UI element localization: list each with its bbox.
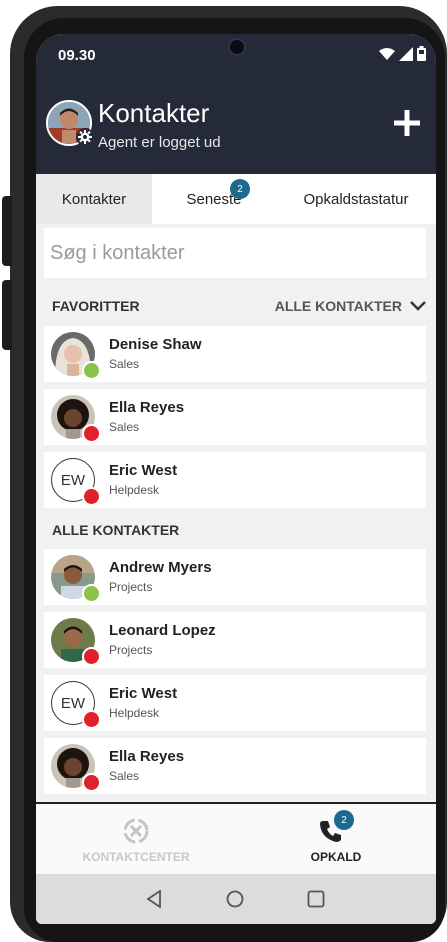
list-item[interactable]: EW Eric West Helpdesk: [44, 452, 426, 508]
list-item[interactable]: Ella Reyes Sales: [44, 738, 426, 794]
contact-name: Denise Shaw: [109, 336, 202, 353]
tab-label: Kontakter: [61, 190, 127, 208]
tab-opkaldstastatur[interactable]: Opkaldstastatur: [276, 174, 436, 224]
status-busy-indicator: [82, 424, 101, 443]
section-title: ALLE KONTAKTER: [52, 522, 180, 538]
status-busy-indicator: [82, 710, 101, 729]
contact-department: Sales: [109, 769, 140, 783]
contact-department: Helpdesk: [109, 483, 160, 497]
filter-dropdown[interactable]: ALLE KONTAKTER: [275, 298, 426, 314]
list-item[interactable]: Andrew Myers Projects: [44, 549, 426, 605]
contact-name: Ella Reyes: [109, 748, 185, 765]
filter-label: ALLE KONTAKTER: [274, 298, 402, 314]
agent-status-text: Agent er logget ud: [98, 134, 221, 151]
add-icon: [394, 110, 420, 136]
status-bar: 09.30: [36, 34, 436, 74]
contact-name: Eric West: [109, 462, 178, 479]
nav-contact-center[interactable]: KONTAKTCENTER: [36, 804, 236, 876]
status-busy-indicator: [82, 647, 101, 666]
front-camera: [228, 38, 246, 56]
system-navigation-bar: [36, 874, 436, 924]
contact-name: Eric West: [109, 685, 178, 702]
signal-icon: [399, 46, 413, 61]
calls-badge: 2: [334, 810, 354, 830]
screen: 09.30 Kontakter Agent er logget ud Konta…: [36, 34, 436, 924]
volume-down-key: [2, 280, 12, 350]
contact-department: Sales: [109, 420, 140, 434]
app-header: Kontakter Agent er logget ud: [36, 74, 436, 174]
settings-gear-icon[interactable]: [76, 128, 94, 146]
nav-label: KONTAKTCENTER: [82, 850, 190, 864]
recents-icon[interactable]: [307, 890, 325, 908]
list-item[interactable]: EW Eric West Helpdesk: [44, 675, 426, 731]
list-item[interactable]: Ella Reyes Sales: [44, 389, 426, 445]
chevron-down-icon: [410, 301, 426, 311]
page-title: Kontakter: [98, 98, 210, 128]
contact-name: Andrew Myers: [109, 559, 212, 576]
add-contact-button[interactable]: [392, 108, 422, 138]
all-contacts-header: ALLE KONTAKTER: [36, 512, 436, 548]
contact-department: Sales: [109, 357, 140, 371]
tab-kontakter[interactable]: Kontakter: [36, 174, 152, 224]
contact-department: Projects: [109, 580, 153, 594]
nav-label: OPKALD: [310, 850, 362, 864]
status-time: 09.30: [58, 47, 96, 64]
search-box: [44, 228, 426, 278]
tab-seneste[interactable]: Seneste 2: [152, 174, 276, 224]
home-icon[interactable]: [226, 890, 244, 908]
contact-name: Leonard Lopez: [109, 622, 216, 639]
tab-bar: Kontakter Seneste 2 Opkaldstastatur: [36, 174, 436, 224]
tab-label: Opkaldstastatur: [303, 190, 409, 208]
status-icons: [379, 46, 426, 61]
status-busy-indicator: [82, 773, 101, 792]
back-icon[interactable]: [146, 890, 162, 908]
volume-up-key: [2, 196, 12, 266]
contact-department: Helpdesk: [109, 706, 160, 720]
list-item[interactable]: Leonard Lopez Projects: [44, 612, 426, 668]
section-title: FAVORITTER: [52, 298, 140, 314]
favorites-header: FAVORITTER ALLE KONTAKTER: [36, 288, 436, 324]
contact-center-icon: [123, 818, 149, 844]
list-item[interactable]: Denise Shaw Sales: [44, 326, 426, 382]
status-available-indicator: [82, 584, 101, 603]
search-input[interactable]: [50, 228, 420, 278]
status-available-indicator: [82, 361, 101, 380]
contact-name: Ella Reyes: [109, 399, 185, 416]
agent-avatar[interactable]: [46, 100, 94, 146]
wifi-icon: [379, 47, 395, 60]
bottom-navigation: KONTAKTCENTER 2 OPKALD: [36, 802, 436, 876]
status-busy-indicator: [82, 487, 101, 506]
battery-icon: [417, 46, 426, 61]
nav-calls[interactable]: 2 OPKALD: [236, 804, 436, 876]
recent-badge: 2: [230, 179, 250, 199]
contact-department: Projects: [109, 643, 153, 657]
